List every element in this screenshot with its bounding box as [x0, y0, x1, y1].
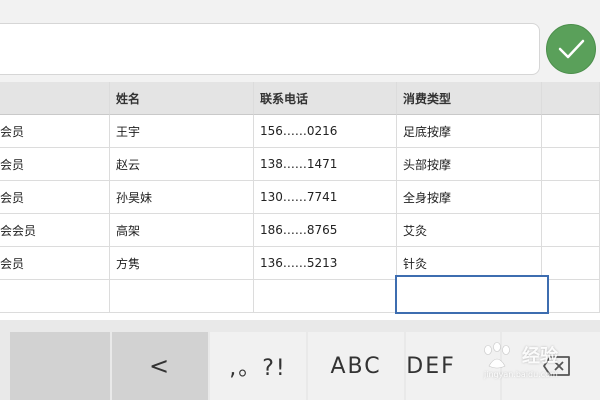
table-row: 会会员 高架 186……8765 艾灸: [0, 214, 600, 247]
selected-cell[interactable]: [395, 275, 549, 314]
keyboard-blank-key[interactable]: [10, 332, 110, 400]
paw-logo-icon: [484, 342, 510, 369]
table-cell[interactable]: 会员: [0, 247, 110, 280]
back-key-label: <: [148, 352, 172, 380]
confirm-button[interactable]: [546, 24, 596, 74]
table-cell[interactable]: [542, 181, 600, 214]
table-cell[interactable]: 会员: [0, 181, 110, 214]
header-cell-name[interactable]: 姓名: [110, 82, 254, 115]
header-row: 姓名 联系电话 消费类型: [0, 82, 600, 115]
table-cell[interactable]: 高架: [110, 214, 254, 247]
table-cell[interactable]: 足底按摩: [397, 115, 542, 148]
header-cell[interactable]: [0, 82, 110, 115]
table-cell[interactable]: 186……8765: [254, 214, 397, 247]
table-cell[interactable]: [542, 214, 600, 247]
checkmark-icon: [558, 39, 585, 59]
keyboard-punctuation-key[interactable]: ,。?!: [210, 332, 306, 400]
table-cell[interactable]: 方隽: [110, 247, 254, 280]
table-cell[interactable]: [110, 280, 254, 313]
table-cell[interactable]: 艾灸: [397, 214, 542, 247]
table-cell[interactable]: 130……7741: [254, 181, 397, 214]
header-cell-phone[interactable]: 联系电话: [254, 82, 397, 115]
table-cell[interactable]: [254, 280, 397, 313]
table-cell[interactable]: 会会员: [0, 214, 110, 247]
abc-key-label: ABC: [330, 353, 382, 379]
table-row: 会员 赵云 138……1471 头部按摩: [0, 148, 600, 181]
table-cell[interactable]: 会员: [0, 115, 110, 148]
table-cell[interactable]: [542, 280, 600, 313]
table-cell[interactable]: 138……1471: [254, 148, 397, 181]
baidu-jingyan-watermark: 经验 jingyan.baidu.com: [478, 340, 598, 384]
table-cell[interactable]: [542, 115, 600, 148]
table-cell[interactable]: 全身按摩: [397, 181, 542, 214]
table-cell[interactable]: 会员: [0, 148, 110, 181]
formula-bar: [0, 0, 600, 82]
table-cell[interactable]: 赵云: [110, 148, 254, 181]
keyboard-back-key[interactable]: <: [112, 332, 208, 400]
table-row: 会员 孙昊妹 130……7741 全身按摩: [0, 181, 600, 214]
table-cell[interactable]: 136……5213: [254, 247, 397, 280]
punctuation-key-label: ,。?!: [229, 356, 287, 381]
header-cell[interactable]: [542, 82, 600, 115]
table-row: 会员 王宇 156……0216 足底按摩: [0, 115, 600, 148]
def-key-label: DEF: [406, 353, 456, 379]
table-cell[interactable]: 王宇: [110, 115, 254, 148]
watermark-title: 经验: [522, 346, 558, 367]
table-cell[interactable]: 156……0216: [254, 115, 397, 148]
cell-input-field[interactable]: [0, 23, 540, 75]
keyboard-abc-key[interactable]: ABC: [308, 332, 404, 400]
table-cell[interactable]: [542, 247, 600, 280]
table-cell[interactable]: 孙昊妹: [110, 181, 254, 214]
table-cell[interactable]: 头部按摩: [397, 148, 542, 181]
table-cell[interactable]: [542, 148, 600, 181]
header-cell-consumption-type[interactable]: 消费类型: [397, 82, 542, 115]
table-cell[interactable]: [0, 280, 110, 313]
watermark-url: jingyan.baidu.com: [484, 370, 558, 379]
